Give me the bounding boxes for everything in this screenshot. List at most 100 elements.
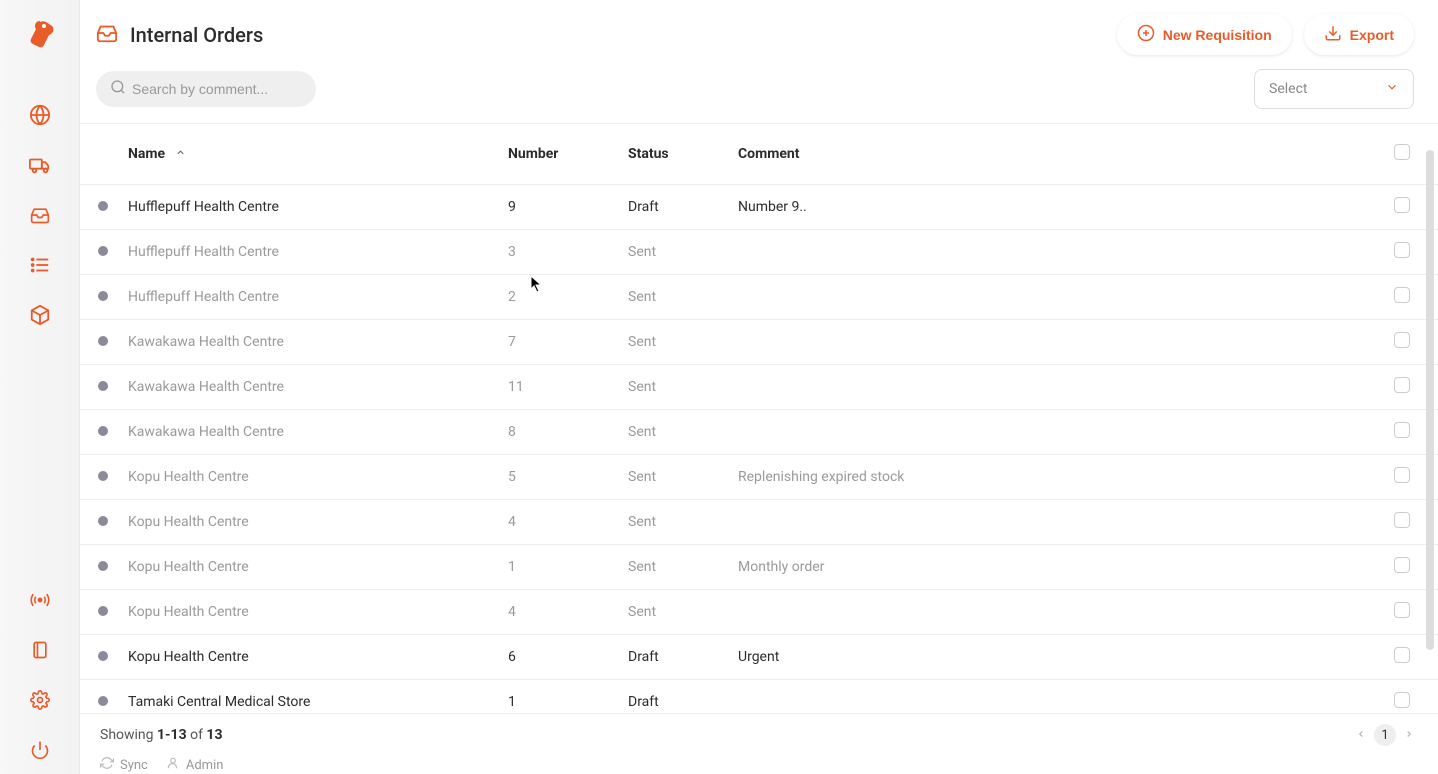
cell-status: Draft — [618, 635, 728, 680]
row-checkbox[interactable] — [1394, 377, 1410, 393]
gear-icon[interactable] — [30, 690, 50, 714]
sort-asc-icon — [175, 146, 186, 162]
showing-text: Showing 1-13 of 13 — [100, 727, 223, 743]
new-requisition-button[interactable]: New Requisition — [1117, 14, 1292, 55]
row-checkbox[interactable] — [1394, 512, 1410, 528]
row-checkbox[interactable] — [1394, 197, 1410, 213]
app-logo[interactable] — [22, 18, 58, 54]
footer: Showing 1-13 of 13 1 — [80, 713, 1438, 752]
cell-comment — [728, 500, 1378, 545]
table-row[interactable]: Tamaki Central Medical Store 1 Draft — [80, 680, 1438, 714]
globe-icon[interactable] — [29, 104, 51, 126]
column-header-name[interactable]: Name — [118, 124, 498, 185]
cell-comment — [728, 590, 1378, 635]
status-dot — [98, 336, 108, 346]
row-checkbox[interactable] — [1394, 692, 1410, 708]
cell-number: 4 — [498, 500, 618, 545]
search-box[interactable] — [96, 71, 316, 107]
table-wrap: Name Number Status Comment Hufflepuff He… — [80, 123, 1438, 713]
cell-comment: Replenishing expired stock — [728, 455, 1378, 500]
table-row[interactable]: Kopu Health Centre 1 Sent Monthly order — [80, 545, 1438, 590]
row-checkbox[interactable] — [1394, 467, 1410, 483]
cell-name: Tamaki Central Medical Store — [118, 680, 498, 714]
page-title-wrap: Internal Orders — [96, 22, 263, 48]
cell-name: Kopu Health Centre — [118, 455, 498, 500]
truck-icon[interactable] — [29, 154, 51, 176]
status-dot — [98, 471, 108, 481]
cell-name: Kawakawa Health Centre — [118, 410, 498, 455]
cell-comment — [728, 320, 1378, 365]
row-checkbox[interactable] — [1394, 332, 1410, 348]
column-header-comment[interactable]: Comment — [728, 124, 1378, 185]
sidebar — [0, 0, 80, 774]
table-row[interactable]: Kopu Health Centre 6 Draft Urgent — [80, 635, 1438, 680]
row-checkbox[interactable] — [1394, 557, 1410, 573]
status-dot — [98, 651, 108, 661]
cell-number: 1 — [498, 680, 618, 714]
cell-name: Kopu Health Centre — [118, 500, 498, 545]
status-bar: Sync Admin — [80, 752, 1438, 774]
cell-comment — [728, 365, 1378, 410]
table-row[interactable]: Kopu Health Centre 4 Sent — [80, 590, 1438, 635]
row-checkbox[interactable] — [1394, 602, 1410, 618]
table-row[interactable]: Kawakawa Health Centre 7 Sent — [80, 320, 1438, 365]
select-all-checkbox[interactable] — [1394, 144, 1410, 160]
scrollbar-thumb[interactable] — [1426, 150, 1434, 650]
row-checkbox[interactable] — [1394, 647, 1410, 663]
new-requisition-label: New Requisition — [1163, 27, 1272, 43]
table-row[interactable]: Kawakawa Health Centre 8 Sent — [80, 410, 1438, 455]
column-header-number[interactable]: Number — [498, 124, 618, 185]
col-name-label: Name — [128, 146, 165, 162]
next-page-button[interactable] — [1404, 727, 1414, 743]
broadcast-icon[interactable] — [30, 590, 50, 614]
cell-number: 7 — [498, 320, 618, 365]
row-checkbox[interactable] — [1394, 287, 1410, 303]
cell-status: Sent — [618, 590, 728, 635]
cell-number: 11 — [498, 365, 618, 410]
sync-status[interactable]: Sync — [100, 756, 148, 774]
cell-number: 8 — [498, 410, 618, 455]
cell-comment: Urgent — [728, 635, 1378, 680]
table-row[interactable]: Kawakawa Health Centre 11 Sent — [80, 365, 1438, 410]
cell-name: Kopu Health Centre — [118, 590, 498, 635]
cell-comment — [728, 275, 1378, 320]
book-icon[interactable] — [30, 640, 50, 664]
admin-status[interactable]: Admin — [166, 756, 224, 774]
row-checkbox[interactable] — [1394, 242, 1410, 258]
admin-label: Admin — [186, 758, 224, 773]
cell-name: Kopu Health Centre — [118, 635, 498, 680]
page-number[interactable]: 1 — [1374, 724, 1396, 746]
table-row[interactable]: Kopu Health Centre 5 Sent Replenishing e… — [80, 455, 1438, 500]
orders-table: Name Number Status Comment Hufflepuff He… — [80, 124, 1438, 713]
sync-label: Sync — [120, 758, 148, 773]
search-input[interactable] — [132, 81, 302, 97]
status-dot — [98, 696, 108, 706]
cell-status: Draft — [618, 185, 728, 230]
refresh-icon — [100, 756, 114, 774]
cell-number: 1 — [498, 545, 618, 590]
main-content: Internal Orders New Requisition Export S… — [80, 0, 1438, 774]
export-button[interactable]: Export — [1304, 14, 1414, 55]
cell-name: Hufflepuff Health Centre — [118, 275, 498, 320]
scrollbar[interactable] — [1426, 128, 1434, 688]
row-checkbox[interactable] — [1394, 422, 1410, 438]
cell-status: Draft — [618, 680, 728, 714]
cube-icon[interactable] — [29, 304, 51, 326]
filter-select[interactable]: Select — [1254, 69, 1414, 109]
list-icon[interactable] — [29, 254, 51, 276]
status-dot — [98, 201, 108, 211]
power-icon[interactable] — [30, 740, 50, 764]
cell-number: 2 — [498, 275, 618, 320]
table-row[interactable]: Kopu Health Centre 4 Sent — [80, 500, 1438, 545]
table-row[interactable]: Hufflepuff Health Centre 2 Sent — [80, 275, 1438, 320]
prev-page-button[interactable] — [1356, 727, 1366, 743]
cell-number: 4 — [498, 590, 618, 635]
plus-circle-icon — [1137, 24, 1155, 45]
status-dot — [98, 246, 108, 256]
column-header-status[interactable]: Status — [618, 124, 728, 185]
select-label: Select — [1269, 81, 1307, 97]
table-row[interactable]: Hufflepuff Health Centre 3 Sent — [80, 230, 1438, 275]
table-row[interactable]: Hufflepuff Health Centre 9 Draft Number … — [80, 185, 1438, 230]
inbox-icon[interactable] — [29, 204, 51, 226]
search-icon — [110, 79, 126, 99]
